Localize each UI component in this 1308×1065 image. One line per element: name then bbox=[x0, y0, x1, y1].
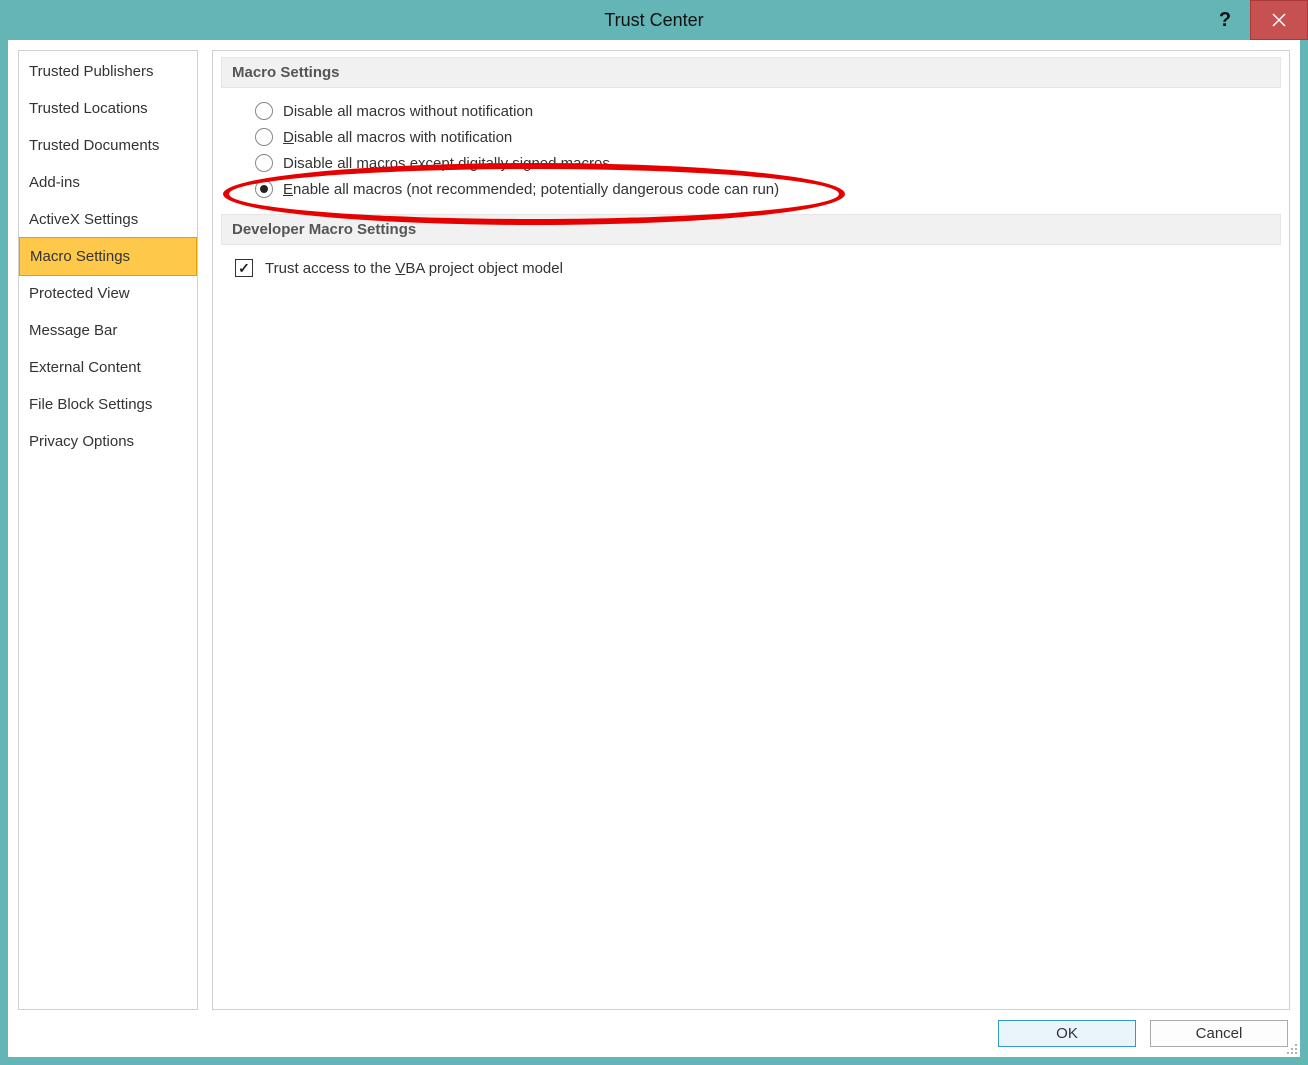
trust-vba-option[interactable]: Trust access to the VBA project object m… bbox=[221, 255, 1281, 281]
sidebar-item-external-content[interactable]: External Content bbox=[19, 349, 197, 386]
trust-center-window: Trust Center ? Trusted Publishers Truste… bbox=[0, 0, 1308, 1065]
sidebar-item-trusted-documents[interactable]: Trusted Documents bbox=[19, 127, 197, 164]
sidebar-item-label: Trusted Publishers bbox=[29, 63, 154, 80]
radio-icon[interactable] bbox=[255, 154, 273, 172]
content-pane: Macro Settings Disable all macros withou… bbox=[212, 50, 1290, 1010]
sidebar-item-trusted-publishers[interactable]: Trusted Publishers bbox=[19, 53, 197, 90]
help-button[interactable]: ? bbox=[1200, 0, 1250, 40]
sidebar-item-label: Macro Settings bbox=[30, 248, 130, 265]
macro-option-enable-all[interactable]: Enable all macros (not recommended; pote… bbox=[221, 176, 1281, 202]
sidebar-item-protected-view[interactable]: Protected View bbox=[19, 275, 197, 312]
sidebar-item-label: Add-ins bbox=[29, 174, 80, 191]
macro-option-disable-without-notification[interactable]: Disable all macros without notification bbox=[221, 98, 1281, 124]
titlebar-controls: ? bbox=[1200, 0, 1308, 40]
sidebar-item-label: ActiveX Settings bbox=[29, 211, 138, 228]
sidebar-item-label: Trusted Locations bbox=[29, 100, 148, 117]
sidebar-item-activex-settings[interactable]: ActiveX Settings bbox=[19, 201, 197, 238]
sidebar-item-add-ins[interactable]: Add-ins bbox=[19, 164, 197, 201]
sidebar-item-label: File Block Settings bbox=[29, 396, 152, 413]
button-bar: OK Cancel bbox=[8, 1010, 1300, 1057]
macro-option-disable-except-signed[interactable]: Disable all macros except digitally sign… bbox=[221, 150, 1281, 176]
macro-option-disable-with-notification[interactable]: Disable all macros with notification bbox=[221, 124, 1281, 150]
titlebar: Trust Center ? bbox=[0, 0, 1308, 40]
body-area: Trusted Publishers Trusted Locations Tru… bbox=[8, 40, 1300, 1010]
sidebar-item-label: External Content bbox=[29, 359, 141, 376]
close-icon bbox=[1272, 13, 1286, 27]
option-label: Enable all macros (not recommended; pote… bbox=[283, 181, 779, 198]
cancel-button[interactable]: Cancel bbox=[1150, 1020, 1288, 1047]
checkbox-icon[interactable] bbox=[235, 259, 253, 277]
sidebar-item-label: Message Bar bbox=[29, 322, 117, 339]
sidebar-item-label: Trusted Documents bbox=[29, 137, 159, 154]
ok-button[interactable]: OK bbox=[998, 1020, 1136, 1047]
sidebar-item-label: Protected View bbox=[29, 285, 130, 302]
radio-icon[interactable] bbox=[255, 128, 273, 146]
sidebar-item-message-bar[interactable]: Message Bar bbox=[19, 312, 197, 349]
checkbox-label: Trust access to the VBA project object m… bbox=[265, 260, 563, 277]
client-area: Trusted Publishers Trusted Locations Tru… bbox=[8, 40, 1300, 1057]
sidebar-item-macro-settings[interactable]: Macro Settings bbox=[19, 237, 197, 276]
option-label: Disable all macros without notification bbox=[283, 103, 533, 120]
sidebar-item-label: Privacy Options bbox=[29, 433, 134, 450]
developer-macro-settings-header: Developer Macro Settings bbox=[221, 214, 1281, 245]
option-label: Disable all macros with notification bbox=[283, 129, 512, 146]
sidebar: Trusted Publishers Trusted Locations Tru… bbox=[18, 50, 198, 1010]
radio-icon[interactable] bbox=[255, 102, 273, 120]
window-title: Trust Center bbox=[0, 10, 1308, 31]
close-button[interactable] bbox=[1250, 0, 1308, 40]
sidebar-item-file-block-settings[interactable]: File Block Settings bbox=[19, 386, 197, 423]
resize-grip-icon[interactable] bbox=[1284, 1041, 1298, 1055]
sidebar-item-trusted-locations[interactable]: Trusted Locations bbox=[19, 90, 197, 127]
macro-settings-header: Macro Settings bbox=[221, 57, 1281, 88]
radio-icon[interactable] bbox=[255, 180, 273, 198]
option-label: Disable all macros except digitally sign… bbox=[283, 155, 610, 172]
sidebar-item-privacy-options[interactable]: Privacy Options bbox=[19, 423, 197, 460]
